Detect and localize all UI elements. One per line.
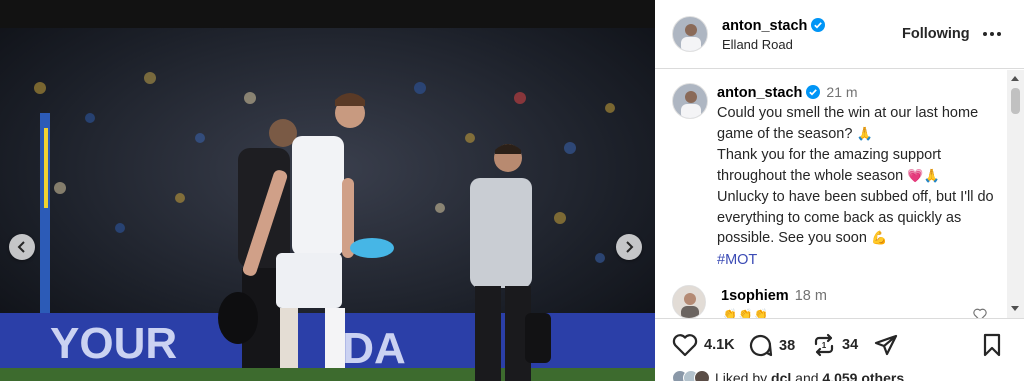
like-button[interactable]: 4.1K xyxy=(672,333,735,357)
avatar-image xyxy=(673,17,707,51)
author-avatar[interactable] xyxy=(672,16,708,52)
verified-badge-icon xyxy=(806,85,821,99)
caption-emoji-1: 🙏 xyxy=(856,126,873,142)
avatar-image xyxy=(673,84,707,118)
save-button[interactable] xyxy=(981,333,1003,357)
repost-button[interactable]: 1 34 xyxy=(812,333,858,357)
liked-by-row: Liked by dcl and 4,059 others xyxy=(672,370,904,381)
chevron-right-icon xyxy=(626,241,634,253)
heart-icon xyxy=(672,334,698,357)
post-actions-bar: 4.1K 38 1 34 Liked by dcl and 4,059 othe… xyxy=(655,318,1024,381)
following-button[interactable]: Following xyxy=(902,26,970,42)
chevron-left-icon xyxy=(17,241,25,253)
comments-scrollbar[interactable] xyxy=(1007,70,1024,318)
next-image-button[interactable] xyxy=(616,234,642,260)
liked-by-prefix: Liked by xyxy=(715,370,768,381)
post-side-panel: anton_stach Elland Road Following anton_… xyxy=(655,0,1024,381)
scroll-down-arrow-icon[interactable] xyxy=(1011,306,1019,311)
caption-text: Could you smell the win at our last home… xyxy=(717,103,1001,270)
caption-emoji-2: 💗🙏 xyxy=(907,168,940,184)
avatar-image xyxy=(673,286,705,318)
liked-by-others[interactable]: 4,059 others xyxy=(822,370,904,381)
caption-time[interactable]: 21 m xyxy=(826,84,857,100)
author-username-row: anton_stach xyxy=(722,17,826,35)
verified-badge-icon xyxy=(811,18,826,32)
more-options-icon[interactable] xyxy=(983,26,1003,42)
previous-image-button[interactable] xyxy=(9,234,35,260)
svg-text:YOUR: YOUR xyxy=(50,319,177,368)
comment-like-heart-icon[interactable] xyxy=(973,308,987,318)
post-location[interactable]: Elland Road xyxy=(722,37,793,52)
commenter-avatar[interactable] xyxy=(672,285,706,318)
liker-avatar[interactable] xyxy=(694,370,710,381)
comments-section: anton_stach 21 m Could you smell the win … xyxy=(655,70,1024,318)
author-username[interactable]: anton_stach xyxy=(722,18,807,34)
scroll-up-arrow-icon[interactable] xyxy=(1011,76,1019,81)
like-count[interactable]: 4.1K xyxy=(704,337,735,353)
caption-username[interactable]: anton_stach xyxy=(717,85,802,101)
media-top-bar xyxy=(0,0,655,28)
share-icon xyxy=(874,334,898,356)
liked-by-and: and xyxy=(795,370,819,381)
liked-by-user[interactable]: dcl xyxy=(771,370,791,381)
caption-line-3: Unlucky to have been subbed off, but I'l… xyxy=(717,189,994,246)
repost-icon: 1 xyxy=(814,333,834,357)
comment-count[interactable]: 38 xyxy=(779,338,795,354)
liked-by-text: Liked by dcl and 4,059 others xyxy=(715,370,904,381)
post-media: YOUR IDA xyxy=(0,0,655,381)
post-photo: YOUR IDA xyxy=(0,28,655,381)
share-button[interactable] xyxy=(874,333,898,357)
comment-icon xyxy=(749,334,773,357)
comment-button[interactable]: 38 xyxy=(748,333,795,358)
post-header: anton_stach Elland Road Following xyxy=(655,0,1024,69)
caption-author-avatar[interactable] xyxy=(672,83,708,119)
comment-text: 👏👏👏 xyxy=(723,308,771,318)
comment-username[interactable]: 1sophiem xyxy=(721,288,789,304)
repost-count[interactable]: 34 xyxy=(842,337,858,353)
caption-hashtag[interactable]: #MOT xyxy=(717,252,757,268)
comment-time[interactable]: 18 m xyxy=(795,288,827,304)
bookmark-icon xyxy=(983,333,1001,357)
comment-header: 1sophiem 18 m xyxy=(721,288,827,304)
scrollbar-thumb[interactable] xyxy=(1011,88,1020,114)
caption-header: anton_stach 21 m xyxy=(717,84,858,101)
svg-text:1: 1 xyxy=(822,341,827,350)
caption-line-1: Could you smell the win at our last home… xyxy=(717,105,979,142)
caption-emoji-3: 💪 xyxy=(870,231,888,246)
